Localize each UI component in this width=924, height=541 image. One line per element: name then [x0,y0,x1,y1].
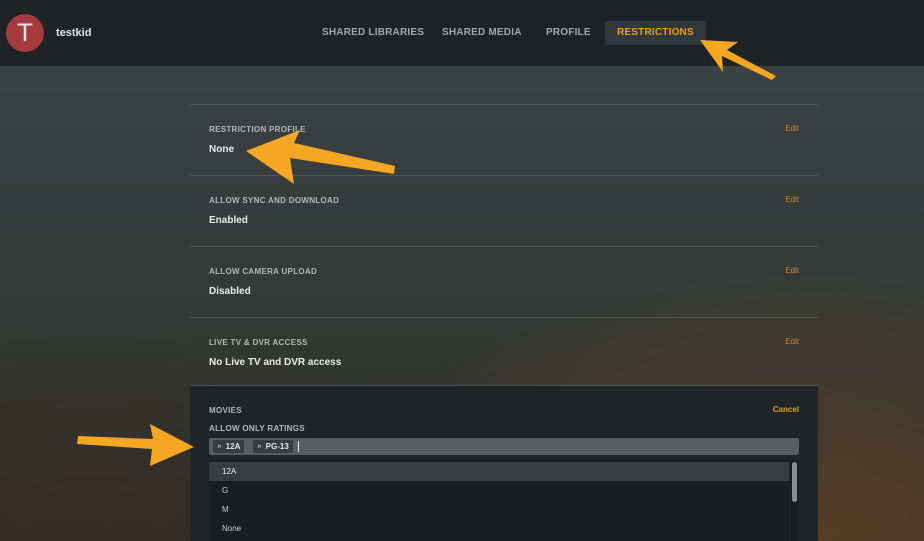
user-avatar[interactable]: T [6,14,44,52]
setting-row-restriction-profile: RESTRICTION PROFILE None Edit [190,104,818,175]
cancel-button[interactable]: Cancel [773,405,799,414]
edit-sync-download-button[interactable]: Edit [785,195,799,204]
setting-label: RESTRICTION PROFILE [209,125,306,134]
tag-label: PG-13 [265,442,289,451]
setting-row-sync-download: ALLOW SYNC AND DOWNLOAD Enabled Edit [190,175,818,246]
edit-camera-upload-button[interactable]: Edit [785,266,799,275]
setting-value: Enabled [209,215,248,226]
username: testkid [56,27,92,39]
dropdown-option[interactable]: 12A [209,462,789,481]
tag-label: 12A [225,442,241,451]
text-caret [298,441,299,452]
rating-tag: × PG-13 [253,440,293,453]
restrictions-panel: RESTRICTION PROFILE None Edit ALLOW SYNC… [190,104,818,388]
tab-shared-libraries[interactable]: SHARED LIBRARIES [322,21,424,45]
dropdown-option[interactable]: M [209,500,789,519]
tab-restrictions[interactable]: RESTRICTIONS [605,21,706,45]
setting-label: ALLOW SYNC AND DOWNLOAD [209,196,340,205]
remove-tag-icon[interactable]: × [257,442,262,451]
edit-live-tv-dvr-button[interactable]: Edit [785,337,799,346]
rating-tag: × 12A [213,440,245,453]
setting-row-live-tv-dvr: LIVE TV & DVR ACCESS No Live TV and DVR … [190,317,818,388]
dropdown-scrollbar[interactable] [790,460,799,541]
movies-label: MOVIES [209,406,242,415]
setting-label: ALLOW CAMERA UPLOAD [209,267,318,276]
edit-restriction-profile-button[interactable]: Edit [785,124,799,133]
ratings-dropdown: 12A G M None [209,460,789,541]
ratings-tag-input[interactable]: × 12A × PG-13 [209,438,799,455]
remove-tag-icon[interactable]: × [217,442,222,451]
dropdown-option[interactable]: None [209,519,789,538]
dropdown-option[interactable]: G [209,481,789,500]
setting-value: None [209,144,234,155]
movies-section: MOVIES ALLOW ONLY RATINGS Cancel × 12A × P… [190,385,818,541]
setting-value: No Live TV and DVR access [209,357,342,368]
scrollbar-thumb[interactable] [792,462,797,502]
allow-ratings-label: ALLOW ONLY RATINGS [209,424,305,433]
setting-label: LIVE TV & DVR ACCESS [209,338,308,347]
tab-profile[interactable]: PROFILE [546,21,591,45]
setting-value: Disabled [209,286,251,297]
tab-shared-media[interactable]: SHARED MEDIA [442,21,522,45]
setting-row-camera-upload: ALLOW CAMERA UPLOAD Disabled Edit [190,246,818,317]
top-bar: T testkid SHARED LIBRARIES SHARED MEDIA … [0,0,924,66]
